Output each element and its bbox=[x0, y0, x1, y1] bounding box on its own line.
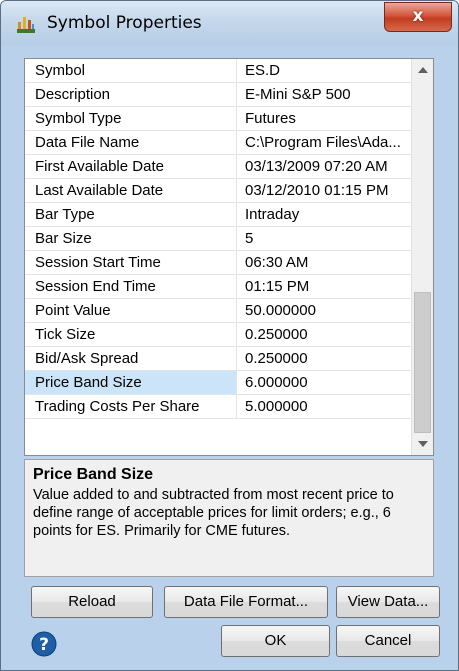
close-button[interactable]: x bbox=[384, 2, 452, 32]
property-value[interactable]: 50.000000 bbox=[237, 299, 411, 323]
property-name: Description bbox=[25, 83, 237, 107]
scroll-down-button[interactable] bbox=[412, 433, 433, 455]
property-value[interactable]: E-Mini S&P 500 bbox=[237, 83, 411, 107]
property-name: Last Available Date bbox=[25, 179, 237, 203]
property-row[interactable]: Point Value 50.000000 bbox=[25, 299, 411, 323]
property-row[interactable]: Price Band Size 6.000000 bbox=[25, 371, 411, 395]
property-name: Session Start Time bbox=[25, 251, 237, 275]
data-file-format-button[interactable]: Data File Format... bbox=[164, 586, 328, 618]
chevron-up-icon bbox=[418, 67, 428, 73]
ok-button[interactable]: OK bbox=[221, 625, 330, 657]
property-description-panel: Price Band Size Value added to and subtr… bbox=[24, 459, 434, 577]
close-icon: x bbox=[412, 6, 424, 26]
description-text: Value added to and subtracted from most … bbox=[33, 487, 394, 539]
property-value[interactable]: 0.250000 bbox=[237, 347, 411, 371]
window-title: Symbol Properties bbox=[47, 13, 202, 33]
property-value[interactable]: 06:30 AM bbox=[237, 251, 411, 275]
scroll-track[interactable] bbox=[412, 81, 433, 433]
property-row[interactable]: Tick Size 0.250000 bbox=[25, 323, 411, 347]
property-value[interactable]: ES.D bbox=[237, 59, 411, 83]
property-name: Bar Type bbox=[25, 203, 237, 227]
property-row[interactable]: Symbol ES.D bbox=[25, 59, 411, 83]
property-name: Price Band Size bbox=[25, 371, 237, 395]
property-name: Session End Time bbox=[25, 275, 237, 299]
property-name: Trading Costs Per Share bbox=[25, 395, 237, 419]
property-row[interactable]: Session End Time 01:15 PM bbox=[25, 275, 411, 299]
property-row[interactable]: Symbol Type Futures bbox=[25, 107, 411, 131]
property-value[interactable]: 01:15 PM bbox=[237, 275, 411, 299]
cancel-button[interactable]: Cancel bbox=[336, 625, 440, 657]
property-name: Symbol Type bbox=[25, 107, 237, 131]
property-value[interactable]: Intraday bbox=[237, 203, 411, 227]
property-name: Bar Size bbox=[25, 227, 237, 251]
property-name: Tick Size bbox=[25, 323, 237, 347]
view-data-button[interactable]: View Data... bbox=[336, 586, 440, 618]
property-row[interactable]: First Available Date 03/13/2009 07:20 AM bbox=[25, 155, 411, 179]
property-name: First Available Date bbox=[25, 155, 237, 179]
property-value[interactable]: 5 bbox=[237, 227, 411, 251]
property-row[interactable]: Session Start Time 06:30 AM bbox=[25, 251, 411, 275]
property-value[interactable]: 5.000000 bbox=[237, 395, 411, 419]
property-grid-scrollbar[interactable] bbox=[411, 59, 433, 455]
property-value[interactable]: 6.000000 bbox=[237, 371, 411, 395]
property-name: Data File Name bbox=[25, 131, 237, 155]
property-name: Symbol bbox=[25, 59, 237, 83]
property-value[interactable]: C:\Program Files\Ada... bbox=[237, 131, 411, 155]
scroll-up-button[interactable] bbox=[412, 59, 433, 81]
reload-button[interactable]: Reload bbox=[31, 586, 153, 618]
app-chart-icon bbox=[15, 13, 37, 35]
property-row[interactable]: Trading Costs Per Share 5.000000 bbox=[25, 395, 411, 419]
property-name: Point Value bbox=[25, 299, 237, 323]
svg-text:?: ? bbox=[39, 635, 49, 655]
symbol-properties-window: Symbol Properties x Symbol ES.D Descriptio… bbox=[0, 0, 459, 671]
help-icon[interactable]: ? bbox=[31, 631, 57, 657]
property-value[interactable]: 03/12/2010 01:15 PM bbox=[237, 179, 411, 203]
property-row[interactable]: Bar Type Intraday bbox=[25, 203, 411, 227]
property-row[interactable]: Last Available Date 03/12/2010 01:15 PM bbox=[25, 179, 411, 203]
property-value[interactable]: 0.250000 bbox=[237, 323, 411, 347]
property-grid[interactable]: Symbol ES.D Description E-Mini S&P 500 Symbo… bbox=[24, 58, 434, 456]
title-bar[interactable]: Symbol Properties x bbox=[1, 1, 458, 45]
description-title: Price Band Size bbox=[33, 466, 154, 483]
chevron-down-icon bbox=[418, 441, 428, 447]
property-value[interactable]: Futures bbox=[237, 107, 411, 131]
property-row[interactable]: Bid/Ask Spread 0.250000 bbox=[25, 347, 411, 371]
property-row[interactable]: Description E-Mini S&P 500 bbox=[25, 83, 411, 107]
scroll-thumb[interactable] bbox=[414, 292, 431, 433]
property-value[interactable]: 03/13/2009 07:20 AM bbox=[237, 155, 411, 179]
property-row[interactable]: Bar Size 5 bbox=[25, 227, 411, 251]
property-row[interactable]: Data File Name C:\Program Files\Ada... bbox=[25, 131, 411, 155]
property-name: Bid/Ask Spread bbox=[25, 347, 237, 371]
